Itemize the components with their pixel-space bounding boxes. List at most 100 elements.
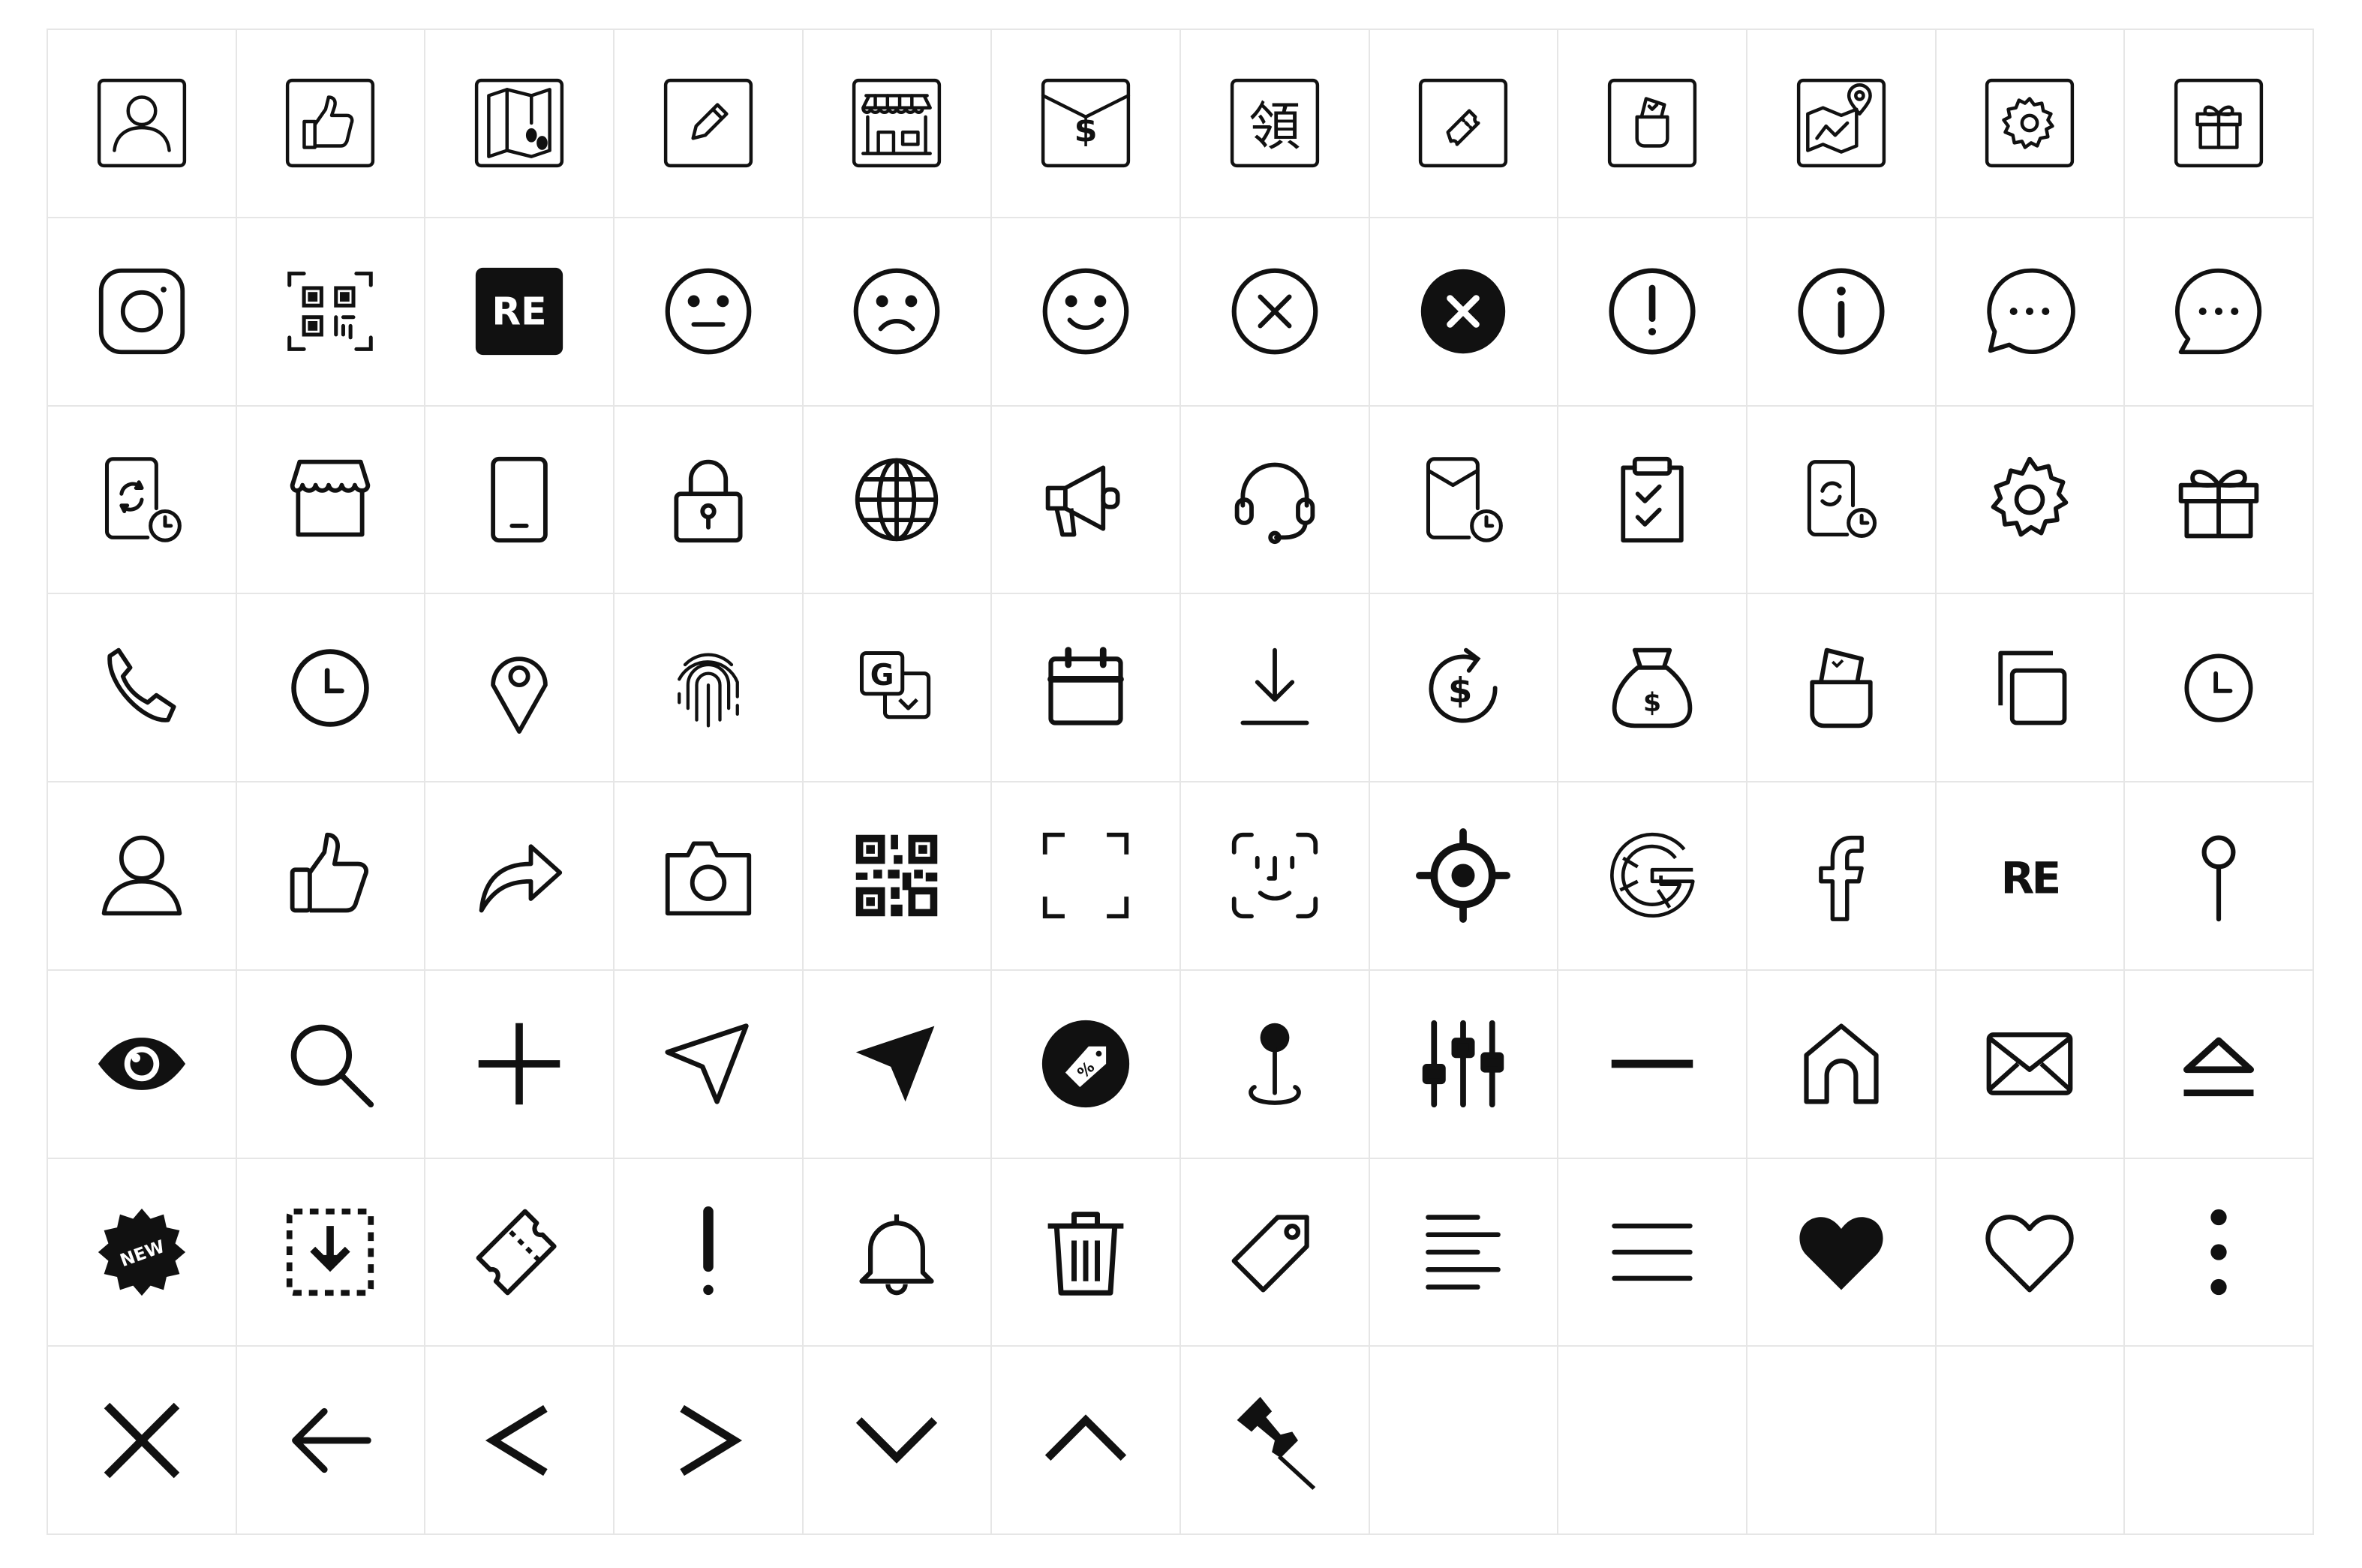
neutral-face-icon: [615, 218, 804, 407]
mail-icon: [1936, 970, 2126, 1159]
navigation-arrow-filled-icon: [803, 970, 993, 1159]
ticket-icon: [425, 1158, 615, 1347]
chevron-down-icon: [803, 1347, 993, 1535]
boxed-thumbs-up-icon: [236, 30, 426, 218]
clipboard-check-icon: [1558, 406, 1747, 595]
alert-circle-icon: [1558, 218, 1747, 407]
boxed-gift-icon: [2125, 30, 2314, 218]
re-logo-boxed-icon: RE: [425, 218, 615, 407]
scan-frame-icon: [992, 782, 1181, 971]
smile-face-icon: [992, 218, 1181, 407]
boxed-map-pin-icon: [1747, 30, 1937, 218]
chevron-right-icon: [615, 1347, 804, 1535]
gift-icon: [2125, 406, 2314, 595]
sliders-icon: [1369, 970, 1559, 1159]
download-box-icon: [236, 1158, 426, 1347]
qr-scan-icon: [236, 218, 426, 407]
thumbs-up-icon: [236, 782, 426, 971]
megaphone-icon: [992, 406, 1181, 595]
money-bag-icon: $: [1558, 594, 1747, 782]
device-sync-clock-icon: [48, 406, 237, 595]
chevron-left-icon: [425, 1347, 615, 1535]
share-arrow-icon: [425, 782, 615, 971]
re-logo-icon: RE: [1936, 782, 2126, 971]
navigation-arrow-icon: [615, 970, 804, 1159]
minus-icon: [1558, 970, 1747, 1159]
empty-cell: [1558, 1347, 1747, 1535]
align-left-icon: [1369, 1158, 1559, 1347]
boxed-pocket-money-icon: [1558, 30, 1747, 218]
clock-icon: [236, 594, 426, 782]
google-icon: [1558, 782, 1747, 971]
store-icon: [236, 406, 426, 595]
user-icon: [48, 782, 237, 971]
envelope-clock-icon: [1369, 406, 1559, 595]
svg-text:$: $: [1074, 111, 1098, 150]
target-location-icon: [1369, 782, 1559, 971]
trash-icon: [992, 1158, 1181, 1347]
phone-icon: [48, 594, 237, 782]
mobile-phone-icon: [425, 406, 615, 595]
empty-cell: [2125, 1347, 2314, 1535]
discount-tag-badge-icon: %: [992, 970, 1181, 1159]
boxed-envelope-dollar-icon: $: [992, 30, 1181, 218]
fingerprint-icon: [615, 594, 804, 782]
exclamation-icon: [615, 1158, 804, 1347]
heart-filled-icon: [1747, 1158, 1937, 1347]
eye-icon: [48, 970, 237, 1159]
price-tag-icon: [1181, 1158, 1370, 1347]
camera-icon: [615, 782, 804, 971]
translate-icon: G: [803, 594, 993, 782]
boxed-ticket-icon: [1369, 30, 1559, 218]
facebook-icon: [1747, 782, 1937, 971]
globe-icon: [803, 406, 993, 595]
close-circle-filled-icon: [1369, 218, 1559, 407]
empty-cell: [1369, 1347, 1559, 1535]
bell-icon: [803, 1158, 993, 1347]
device-sync-clock-small-icon: [1747, 406, 1937, 595]
map-pin-icon: [425, 594, 615, 782]
chevron-up-icon: [992, 1347, 1181, 1535]
arrow-left-icon: [236, 1347, 426, 1535]
gear-icon: [1936, 406, 2126, 595]
clock-small-icon: [2125, 594, 2314, 782]
boxed-gear-icon: [1936, 30, 2126, 218]
new-badge-icon: NEW: [48, 1158, 237, 1347]
face-id-icon: [1181, 782, 1370, 971]
qr-code-icon: [803, 782, 993, 971]
boxed-store-icon: [803, 30, 993, 218]
menu-icon: [1558, 1158, 1747, 1347]
empty-cell: [1747, 1347, 1937, 1535]
dollar-refresh-icon: $: [1369, 594, 1559, 782]
heart-icon: [1936, 1158, 2126, 1347]
re-logo-text: RE: [492, 290, 547, 334]
boxed-user-icon: [48, 30, 237, 218]
close-icon: [48, 1347, 237, 1535]
empty-cell: [1936, 1347, 2126, 1535]
more-vertical-icon: [2125, 1158, 2314, 1347]
pocket-money-icon: [1747, 594, 1937, 782]
eject-icon: [2125, 970, 2314, 1159]
instagram-icon: [48, 218, 237, 407]
headset-icon: [1181, 406, 1370, 595]
joystick-location-icon: [1181, 970, 1370, 1159]
home-icon: [1747, 970, 1937, 1159]
translate-letter: G: [870, 659, 894, 692]
boxed-map-footprints-icon: [425, 30, 615, 218]
re-logo-plain-text: RE: [2001, 853, 2059, 904]
svg-text:$: $: [1448, 670, 1472, 710]
plus-icon: [425, 970, 615, 1159]
lock-icon: [615, 406, 804, 595]
boxed-pencil-icon: [615, 30, 804, 218]
close-circle-icon: [1181, 218, 1370, 407]
chat-bubble-dots-alt-icon: [2125, 218, 2314, 407]
pin-icon: [2125, 782, 2314, 971]
calendar-icon: [992, 594, 1181, 782]
icon-sheet: $ 領 RE G $ $ RE % NEW: [47, 29, 2314, 1535]
info-circle-icon: [1747, 218, 1937, 407]
download-icon: [1181, 594, 1370, 782]
push-pin-icon: [1181, 1347, 1370, 1535]
boxed-collect-character-icon: 領: [1181, 30, 1370, 218]
copy-icon: [1936, 594, 2126, 782]
collect-character: 領: [1249, 98, 1300, 158]
